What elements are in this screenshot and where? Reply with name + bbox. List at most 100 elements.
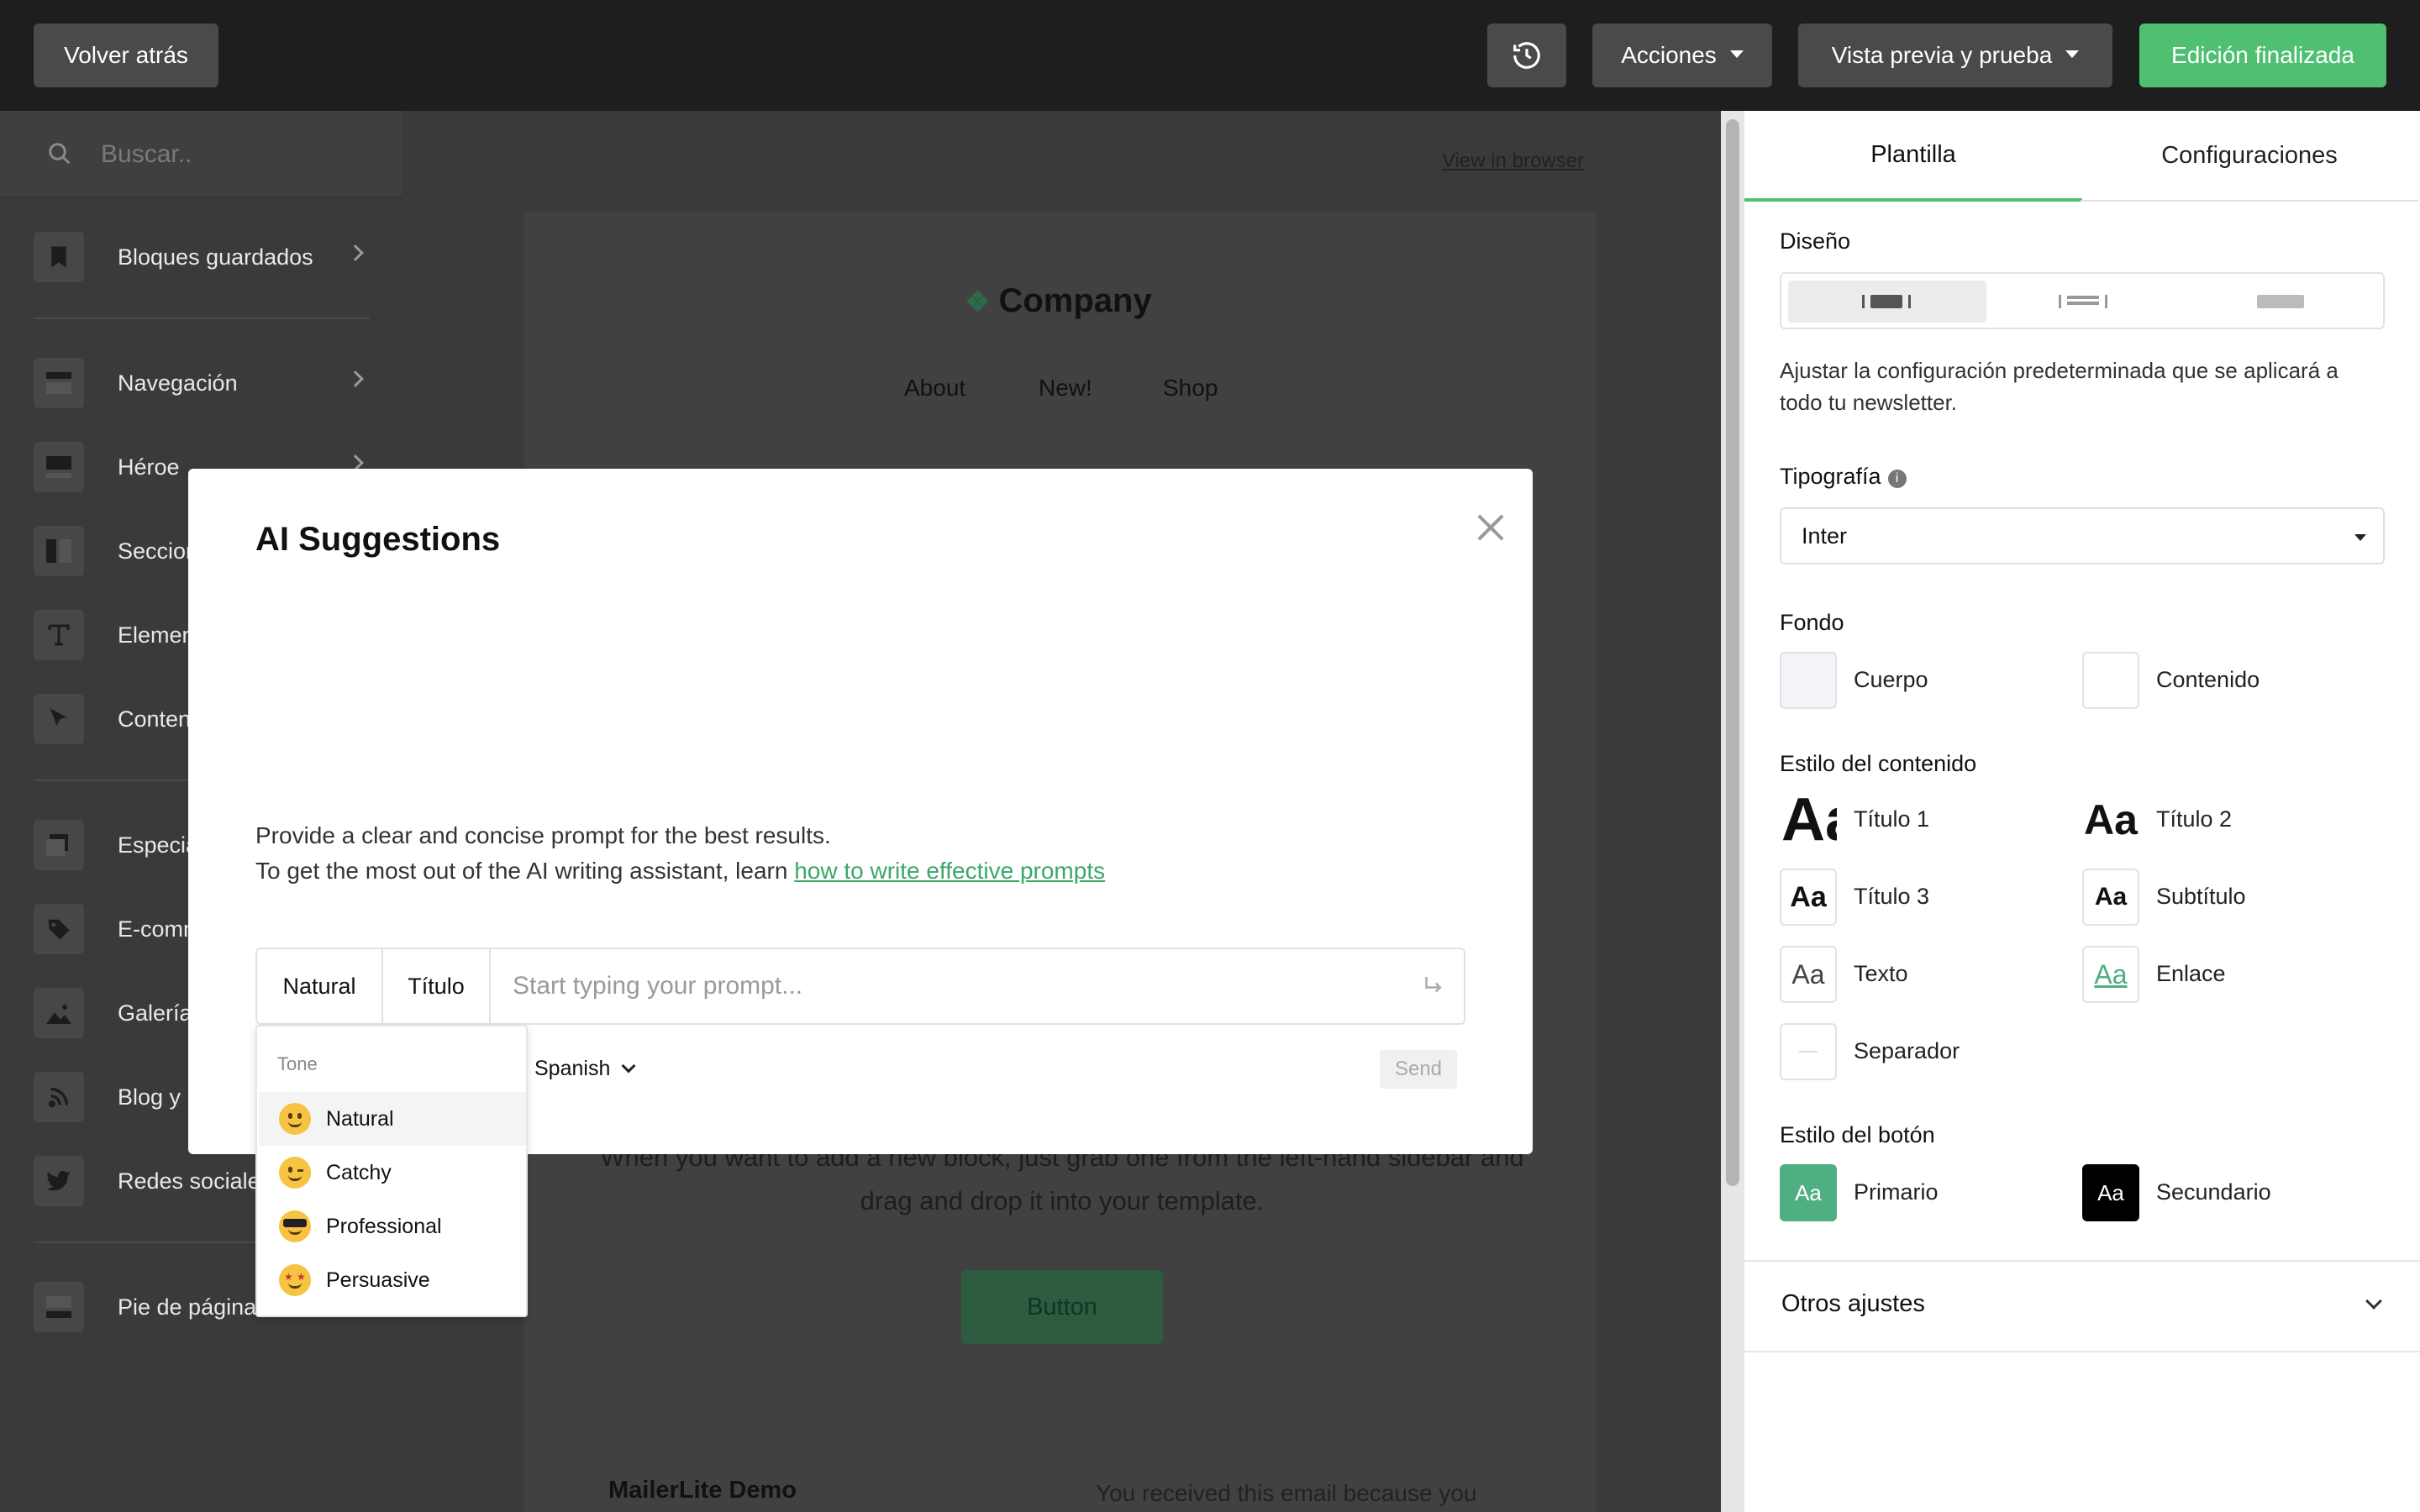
typography-select[interactable]: Inter: [1780, 507, 2385, 564]
top-bar: Volver atrás Acciones Vista previa y pru…: [0, 0, 2420, 111]
separator-label: Separador: [1854, 1038, 1960, 1063]
layers-icon: [34, 820, 84, 870]
help-line-2: To get the most out of the AI writing as…: [255, 853, 1105, 889]
company-logo[interactable]: ❖ Company: [965, 282, 1152, 320]
heading1-swatch[interactable]: Aa: [1780, 791, 1837, 848]
body-color-swatch[interactable]: [1780, 652, 1837, 709]
sidebar-item-label: Navegación: [118, 370, 238, 396]
close-icon[interactable]: [1474, 511, 1507, 544]
sidebar-item-navigation[interactable]: Navegación: [34, 358, 378, 408]
sidebar-item-label: Héroe: [118, 454, 180, 480]
tab-settings[interactable]: Configuraciones: [2081, 111, 2418, 202]
history-icon: [1513, 42, 1540, 69]
tone-option-persuasive[interactable]: ★ ★ Persuasive: [259, 1253, 526, 1307]
heading2-sample: Aa: [2084, 796, 2138, 843]
sidebar-item-saved-blocks[interactable]: Bloques guardados: [34, 232, 378, 282]
heading3-swatch[interactable]: Aa: [1780, 869, 1837, 926]
content-color-swatch[interactable]: [2082, 652, 2139, 709]
caret-down-icon: [2065, 50, 2080, 58]
typography-label-text: Tipografía: [1780, 464, 1881, 489]
caret-down-icon: [2354, 534, 2366, 541]
sidebar-item-label: Galería: [118, 1000, 192, 1026]
other-settings-accordion[interactable]: Otros ajustes: [1744, 1260, 2420, 1352]
prompt-bar: Natural Título: [255, 948, 1465, 1025]
link-sample: Aa: [2094, 958, 2128, 990]
type-selector[interactable]: Título: [383, 949, 491, 1023]
email-cta-button[interactable]: Button: [961, 1270, 1163, 1344]
layout-option-boxed[interactable]: [1788, 281, 1986, 323]
sidebar-item-label: Pie de página: [118, 1294, 257, 1320]
secondary-sample: Aa: [2097, 1179, 2124, 1205]
enter-icon[interactable]: [1420, 973, 1445, 998]
company-name: Company: [998, 282, 1152, 319]
preview-label: Vista previa y prueba: [1831, 42, 2053, 68]
primary-sample: Aa: [1795, 1179, 1822, 1205]
prompt-input[interactable]: [513, 964, 1386, 1008]
nav-link-about[interactable]: About: [904, 375, 965, 402]
footer-note[interactable]: You received this email because you: [1096, 1480, 1476, 1507]
preview-dropdown[interactable]: Vista previa y prueba: [1798, 24, 2112, 87]
divider: [34, 318, 370, 319]
sidebar-search: [0, 111, 402, 198]
tab-template[interactable]: Plantilla: [1744, 111, 2082, 202]
tone-option-natural[interactable]: Natural: [259, 1092, 526, 1146]
rss-icon: [34, 1072, 84, 1122]
nav-link-new[interactable]: New!: [1039, 375, 1092, 402]
back-button[interactable]: Volver atrás: [34, 24, 218, 87]
secondary-button-swatch[interactable]: Aa: [2082, 1164, 2139, 1221]
caret-down-icon: [1729, 50, 1744, 58]
slightly-smiling-face-icon: [279, 1103, 311, 1135]
link-label: Enlace: [2156, 961, 2226, 986]
tone-dropdown-menu: Tone Natural Catchy Professional ★ ★ Pers…: [255, 1025, 528, 1317]
sidebar-item-label: Bloques guardados: [118, 244, 313, 270]
background-label: Fondo: [1780, 610, 1844, 635]
content-style-label: Estilo del contenido: [1780, 751, 1977, 776]
other-settings-label: Otros ajustes: [1781, 1290, 1925, 1317]
tone-option-catchy[interactable]: Catchy: [259, 1146, 526, 1200]
bookmark-icon: [34, 232, 84, 282]
text-swatch[interactable]: Aa: [1780, 946, 1837, 1003]
text-icon: [34, 610, 84, 660]
chevron-right-icon: [347, 370, 364, 387]
tone-option-label: Natural: [326, 1106, 394, 1131]
text-label: Texto: [1854, 961, 1908, 986]
send-button[interactable]: Send: [1380, 1050, 1457, 1089]
footer-icon: [34, 1282, 84, 1332]
typography-label: Tipografía i: [1780, 464, 1907, 490]
heading2-label: Título 2: [2156, 806, 2233, 832]
link-swatch[interactable]: Aa: [2082, 946, 2139, 1003]
search-input[interactable]: [101, 136, 370, 173]
history-button[interactable]: [1487, 24, 1566, 87]
heading3-sample: Aa: [1790, 880, 1827, 913]
effective-prompts-link[interactable]: how to write effective prompts: [794, 858, 1105, 884]
tone-option-professional[interactable]: Professional: [259, 1200, 526, 1253]
info-icon[interactable]: i: [1887, 470, 1907, 488]
language-selector[interactable]: Spanish: [534, 1057, 636, 1081]
sunglasses-face-icon: [279, 1210, 311, 1242]
modal-title: AI Suggestions: [255, 521, 501, 558]
image-icon: [34, 988, 84, 1038]
done-editing-button[interactable]: Edición finalizada: [2139, 24, 2386, 87]
primary-button-swatch[interactable]: Aa: [1780, 1164, 1837, 1221]
layout-boxed-icon: [1862, 295, 1911, 308]
nav-link-shop[interactable]: Shop: [1163, 375, 1218, 402]
modal-help-text: Provide a clear and concise prompt for t…: [255, 818, 1105, 889]
view-in-browser-link[interactable]: View in browser: [1442, 150, 1584, 173]
heading1-sample: Aa: [1781, 791, 1837, 848]
chevron-right-icon: [347, 244, 364, 261]
canvas-scrollbar[interactable]: [1721, 111, 1744, 1512]
scroll-thumb[interactable]: [1726, 119, 1739, 1186]
design-description: Ajustar la configuración predeterminada …: [1780, 358, 2338, 415]
actions-dropdown[interactable]: Acciones: [1592, 24, 1772, 87]
subtitle-label: Subtítulo: [2156, 884, 2246, 909]
layout-option-lines[interactable]: [1985, 281, 2183, 323]
heading2-swatch[interactable]: Aa: [2082, 791, 2139, 848]
separator-swatch[interactable]: [1780, 1023, 1837, 1080]
layout-lines-icon: [2059, 295, 2107, 308]
tone-option-label: Persuasive: [326, 1268, 430, 1292]
layout-option-full[interactable]: [2181, 281, 2380, 323]
footer-brand[interactable]: MailerLite Demo: [608, 1477, 797, 1504]
subtitle-swatch[interactable]: Aa: [2082, 869, 2139, 926]
tone-selector[interactable]: Natural: [257, 949, 383, 1023]
sidebar-item-label: Redes sociales: [118, 1168, 272, 1194]
